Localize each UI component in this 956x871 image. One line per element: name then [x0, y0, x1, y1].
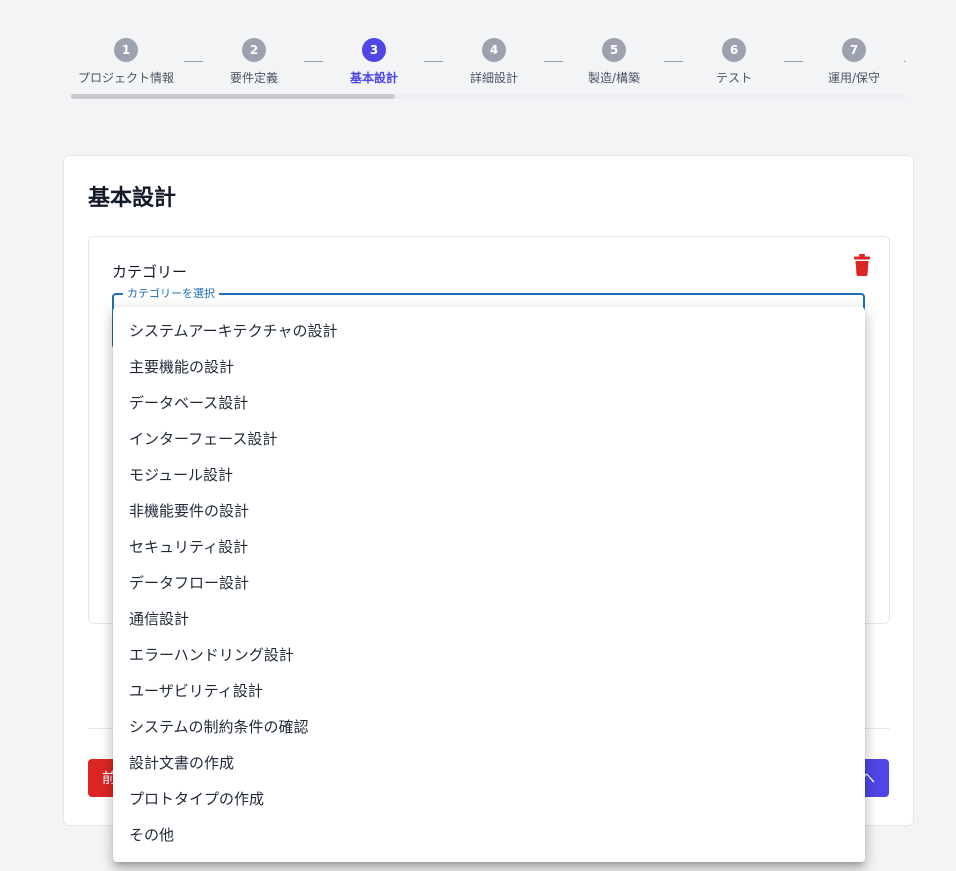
step-1[interactable]: 1 プロジェクト情報	[66, 38, 186, 86]
menu-item[interactable]: データベース設計	[113, 385, 865, 421]
step-label: 運用/保守	[827, 71, 881, 85]
step-label: 製造/構築	[587, 71, 641, 85]
menu-item[interactable]: セキュリティ設計	[113, 529, 865, 565]
step-2[interactable]: 2 要件定義	[194, 38, 314, 86]
step-number: 4	[482, 38, 506, 62]
page-title: 基本設計	[88, 186, 177, 211]
step-number: 2	[242, 38, 266, 62]
menu-item[interactable]: データフロー設計	[113, 565, 865, 601]
step-label: 基本設計	[349, 71, 398, 85]
step-number: 3	[362, 38, 386, 62]
category-label: カテゴリー	[112, 263, 188, 281]
step-number: 7	[842, 38, 866, 62]
step-number: 5	[602, 38, 626, 62]
step-label: テスト	[715, 71, 752, 85]
menu-item[interactable]: 非機能要件の設計	[113, 493, 865, 529]
menu-item[interactable]: システムの制約条件の確認	[113, 709, 865, 745]
step-number: 1	[114, 38, 138, 62]
menu-item[interactable]: モジュール設計	[113, 457, 865, 493]
step-6[interactable]: 6 テスト	[674, 38, 794, 86]
category-dropdown-menu: システムアーキテクチャの設計 主要機能の設計 データベース設計 インターフェース…	[113, 307, 865, 862]
step-5[interactable]: 5 製造/構築	[554, 38, 674, 86]
trash-icon[interactable]	[853, 254, 871, 276]
step-3[interactable]: 3 基本設計	[314, 38, 434, 86]
menu-item[interactable]: システムアーキテクチャの設計	[113, 313, 865, 349]
menu-item[interactable]: 設計文書の作成	[113, 745, 865, 781]
stepper: 1 プロジェクト情報 2 要件定義 3 基本設計 4 詳細設計 5 製造/構築 …	[70, 38, 906, 100]
step-7[interactable]: 7 運用/保守	[794, 38, 914, 86]
menu-item[interactable]: ユーザビリティ設計	[113, 673, 865, 709]
menu-item[interactable]: 通信設計	[113, 601, 865, 637]
step-label: 要件定義	[229, 71, 278, 85]
stepper-scrollbar-thumb[interactable]	[71, 94, 395, 99]
step-label: プロジェクト情報	[77, 71, 174, 85]
menu-item[interactable]: インターフェース設計	[113, 421, 865, 457]
menu-item[interactable]: その他	[113, 817, 865, 853]
step-connector	[904, 61, 906, 62]
step-4[interactable]: 4 詳細設計	[434, 38, 554, 86]
menu-item[interactable]: プロトタイプの作成	[113, 781, 865, 817]
menu-item[interactable]: 主要機能の設計	[113, 349, 865, 385]
select-legend: カテゴリーを選択	[123, 285, 219, 301]
menu-item[interactable]: エラーハンドリング設計	[113, 637, 865, 673]
step-number: 6	[722, 38, 746, 62]
step-label: 詳細設計	[469, 71, 518, 85]
